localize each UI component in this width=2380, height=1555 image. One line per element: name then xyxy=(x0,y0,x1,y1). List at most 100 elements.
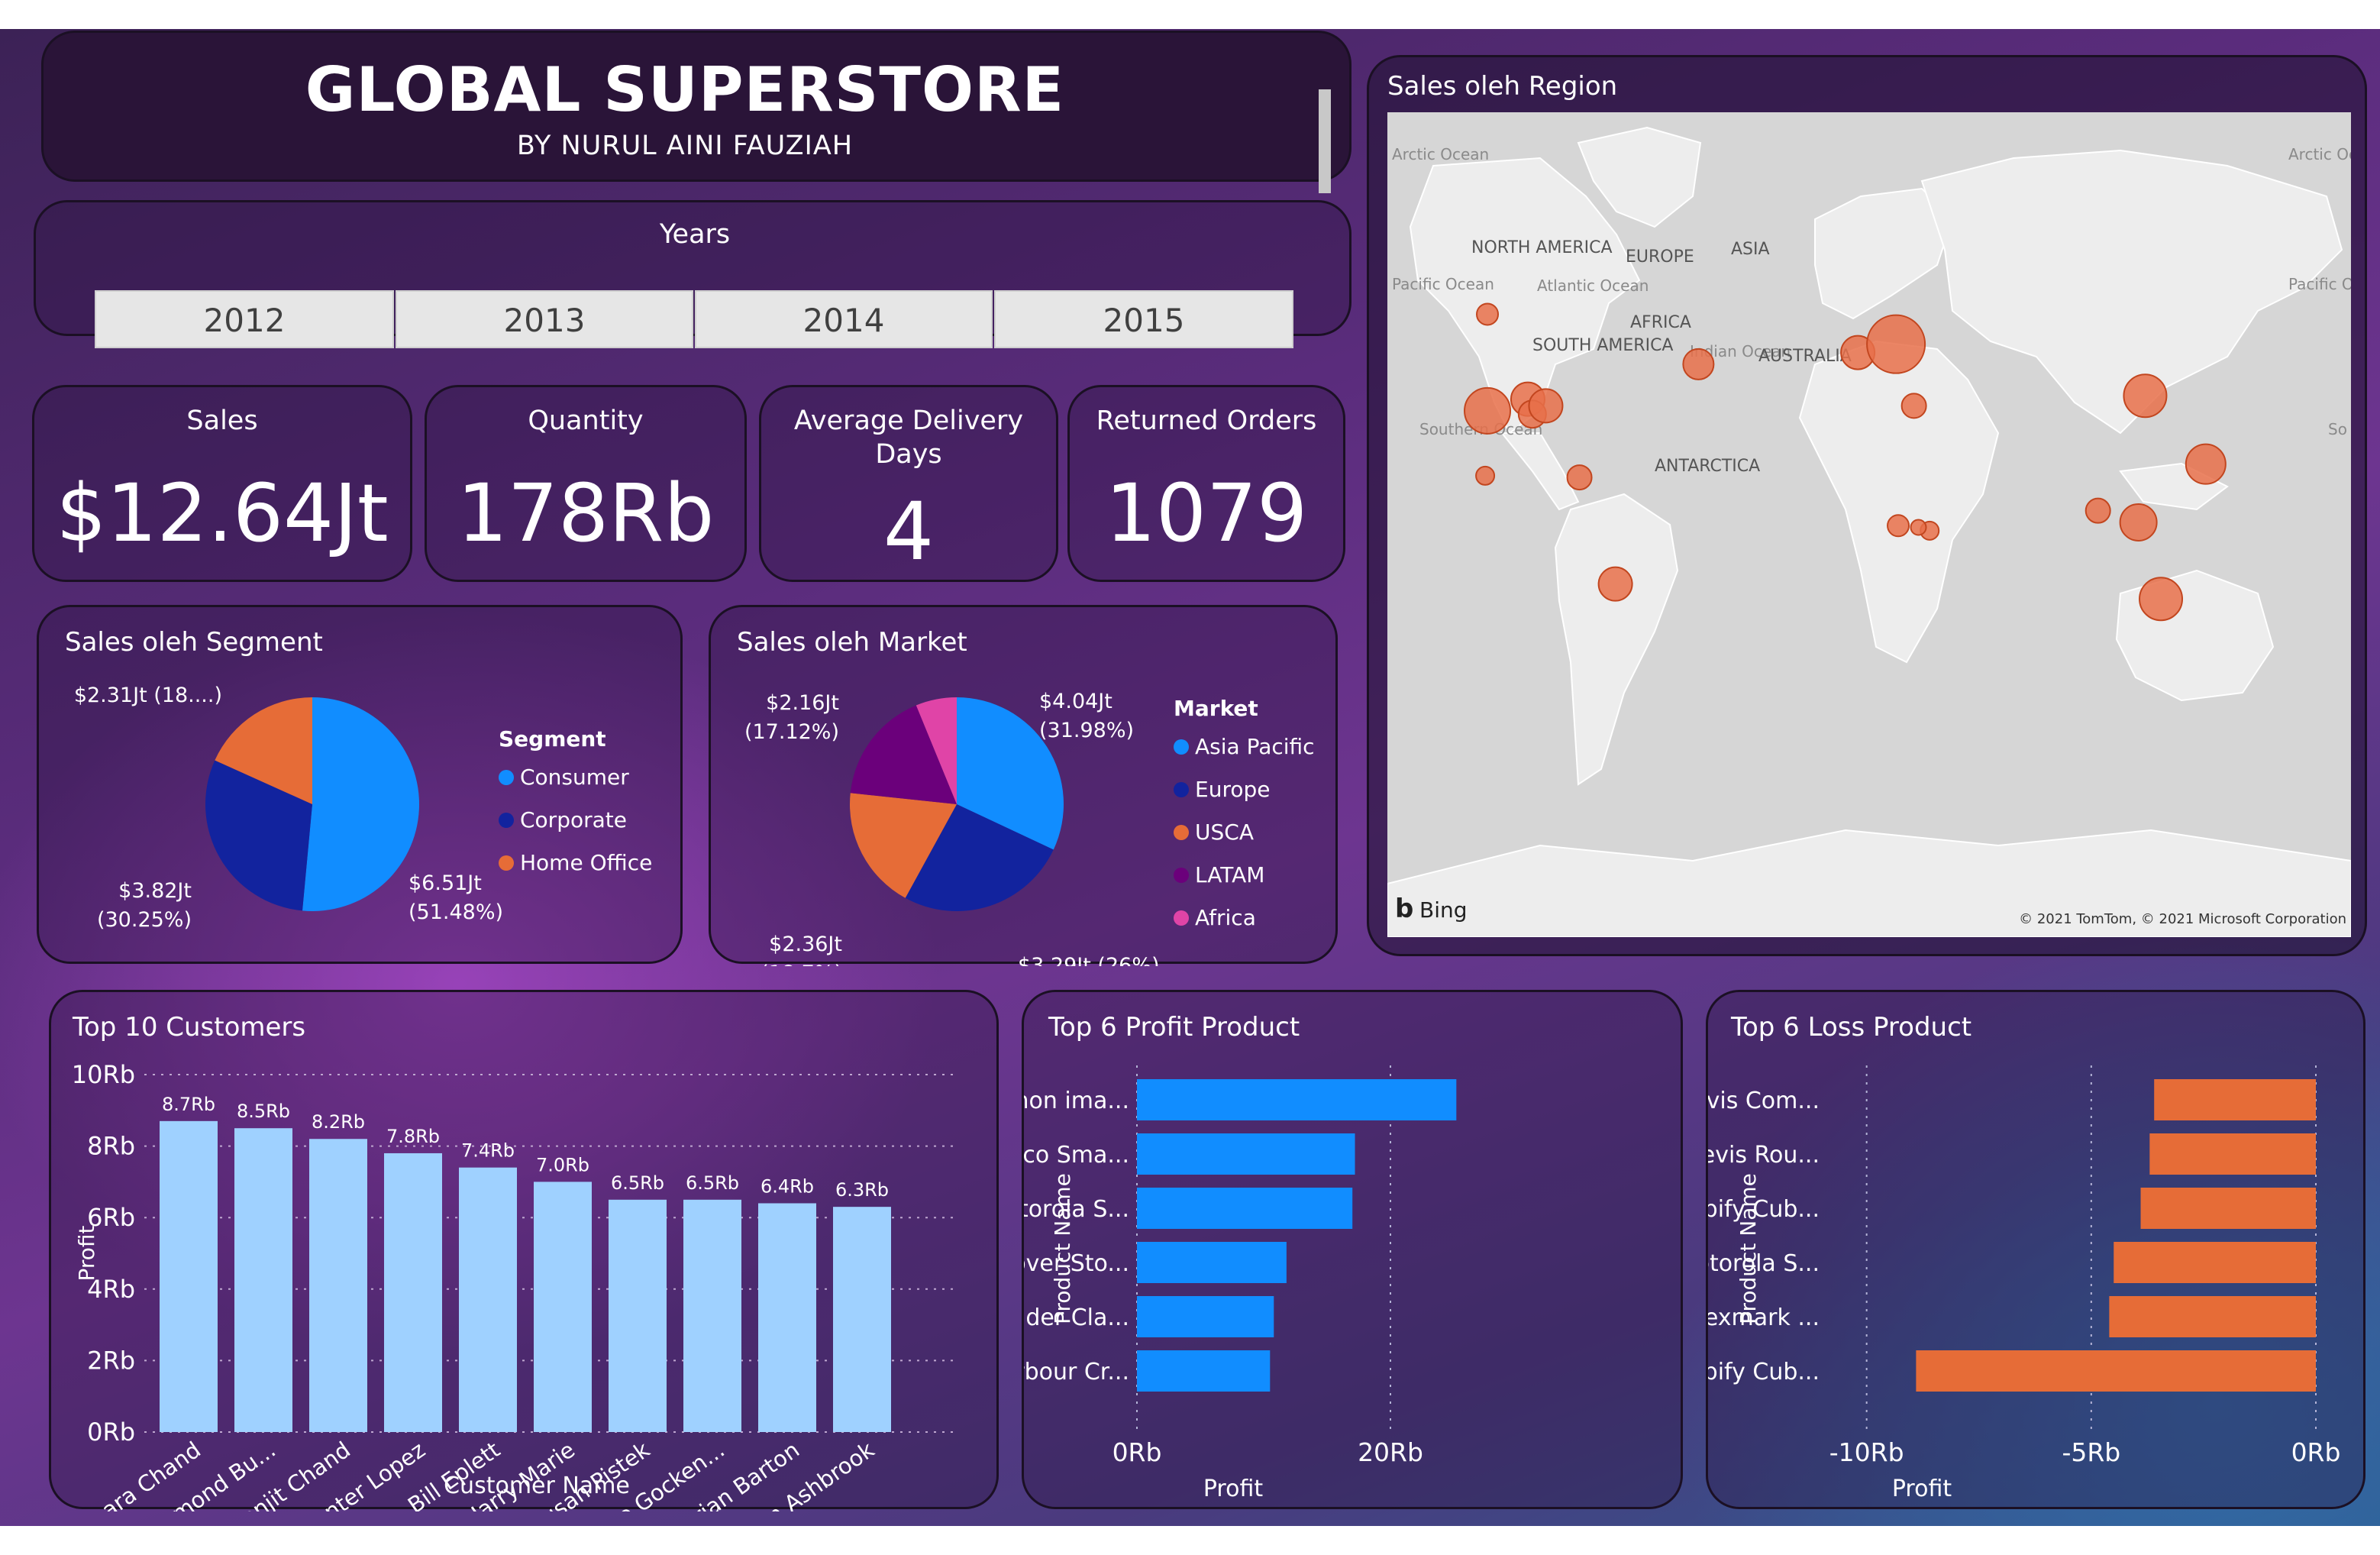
map-bubble[interactable] xyxy=(2085,497,2111,524)
y-axis-title: Product Name xyxy=(1736,1173,1761,1324)
map-bubble[interactable] xyxy=(1866,314,1926,374)
bar-data-label: 6.3Rb xyxy=(835,1179,889,1201)
x-tick-label: -5Rb xyxy=(2062,1437,2120,1467)
bar-data-label: 8.7Rb xyxy=(162,1094,215,1115)
bar-4[interactable] xyxy=(1137,1296,1274,1337)
map-bubble[interactable] xyxy=(1682,348,1715,380)
bar-5[interactable] xyxy=(1916,1350,2316,1392)
bar-5[interactable] xyxy=(534,1182,592,1432)
bar-data-label: 6.5Rb xyxy=(611,1172,664,1194)
bar-data-label: 7.8Rb xyxy=(386,1126,440,1147)
top-loss-product-card: Top 6 Loss Product -10Rb-5Rb0RbBevis Com… xyxy=(1706,990,2365,1509)
map-label-arctic-left: Arctic Ocean xyxy=(1392,145,1489,163)
top-loss-product-chart[interactable]: -10Rb -5Rb 0Rb Bevis Com... Bevis Rou... Cubi… xyxy=(1708,992,2368,1511)
legend-item-corporate[interactable]: Corporate xyxy=(520,807,627,832)
bing-icon: b xyxy=(1395,894,1413,924)
top-profit-product-card: Top 6 Profit Product 0Rb20RbCanon ima...… xyxy=(1022,990,1683,1509)
pie-data-label: $6.51Jt xyxy=(409,871,482,895)
map-bubble[interactable] xyxy=(2119,503,2158,542)
bar-6[interactable] xyxy=(609,1199,667,1432)
bar-4[interactable] xyxy=(2109,1296,2316,1337)
market-pie-chart[interactable]: $4.04Jt (31.98%) $3.29Jt (26%) $2.36Jt (18.7… xyxy=(711,607,1340,966)
pie-data-label: $2.31Jt (18....) xyxy=(74,684,222,707)
bar-8[interactable] xyxy=(758,1203,816,1432)
map-label-so-partial: So xyxy=(2328,420,2347,438)
legend-item-africa[interactable]: Africa xyxy=(1195,905,1256,930)
pie-slice-consumer[interactable] xyxy=(302,697,420,911)
x-tick-label: 0Rb xyxy=(2291,1437,2341,1467)
kpi-card-quantity: Quantity 178Rb xyxy=(425,385,747,582)
legend-item-consumer[interactable]: Consumer xyxy=(520,765,629,790)
legend-marker xyxy=(499,855,514,871)
legend-title: Market xyxy=(1174,696,1258,721)
map-label-pacific-right: Pacific Ocean xyxy=(2288,275,2351,293)
legend-item-europe[interactable]: Europe xyxy=(1195,777,1270,802)
bar-1[interactable] xyxy=(1137,1133,1355,1175)
header-scrollbar[interactable] xyxy=(1319,89,1331,193)
pie-data-label-pct: (18.7%) xyxy=(761,962,842,966)
map-bubble[interactable] xyxy=(2185,443,2227,485)
legend-item-latam[interactable]: LATAM xyxy=(1195,862,1264,887)
map-label-australia: AUSTRALIA xyxy=(1758,347,1852,366)
x-axis-title: Customer Name xyxy=(444,1473,630,1499)
legend-item-home-office[interactable]: Home Office xyxy=(520,850,652,875)
bar-2[interactable] xyxy=(1137,1188,1353,1229)
map-bubble[interactable] xyxy=(1597,566,1633,602)
map-bubble[interactable] xyxy=(1910,519,1927,536)
bar-9[interactable] xyxy=(833,1207,891,1432)
bar-5[interactable] xyxy=(1137,1350,1271,1392)
bar-3[interactable] xyxy=(1137,1242,1287,1283)
x-axis-title: Profit xyxy=(1203,1476,1263,1502)
bar-3[interactable] xyxy=(384,1153,442,1432)
legend-item-usca[interactable]: USCA xyxy=(1195,820,1254,845)
bar-2[interactable] xyxy=(2140,1188,2316,1229)
y-tick-label: Hoover Sto... xyxy=(1024,1250,1129,1277)
legend-marker xyxy=(1174,825,1189,840)
map-label-atlantic: Atlantic Ocean xyxy=(1537,276,1649,295)
legend-marker xyxy=(499,770,514,785)
bar-0[interactable] xyxy=(2154,1079,2316,1120)
bar-3[interactable] xyxy=(2114,1242,2316,1283)
bar-0[interactable] xyxy=(1137,1079,1457,1120)
map-label-asia: ASIA xyxy=(1731,240,1770,259)
legend-marker xyxy=(1174,739,1189,755)
pie-data-label: $2.16Jt xyxy=(766,691,839,715)
y-tick-label: Lexmark ... xyxy=(1708,1304,1820,1331)
map-title: Sales oleh Region xyxy=(1387,71,1618,102)
y-tick-label: Cubify Cub... xyxy=(1708,1196,1820,1223)
map-bubble[interactable] xyxy=(1528,388,1564,424)
bar-1[interactable] xyxy=(234,1128,292,1432)
bar-7[interactable] xyxy=(683,1199,741,1432)
segment-pie-chart[interactable]: $6.51Jt (51.48%) $3.82Jt (30.25%) $2.31Jt (1… xyxy=(39,607,685,966)
y-tick-label: 8Rb xyxy=(87,1132,135,1161)
legend-item-asia-pacific[interactable]: Asia Pacific xyxy=(1195,734,1315,759)
pie-data-label: $3.82Jt xyxy=(118,879,192,903)
y-axis-title: Profit xyxy=(74,1225,99,1281)
year-button-2014[interactable]: 2014 xyxy=(695,290,993,348)
map-label-south-america: SOUTH AMERICA xyxy=(1532,336,1673,355)
year-button-2013[interactable]: 2013 xyxy=(396,290,693,348)
year-button-2012[interactable]: 2012 xyxy=(95,290,394,348)
world-map[interactable]: Arctic Ocean Arctic Ocean Pacific Ocean … xyxy=(1387,112,2351,937)
year-button-2015[interactable]: 2015 xyxy=(994,290,1293,348)
bar-2[interactable] xyxy=(309,1139,367,1432)
page-subtitle: BY NURUL AINI FAUZIAH xyxy=(516,131,854,161)
top-profit-product-chart[interactable]: 0Rb 20Rb Canon ima... Cisco Sma... Motorola … xyxy=(1024,992,1685,1511)
map-bubble[interactable] xyxy=(1464,386,1512,435)
map-label-north-america: NORTH AMERICA xyxy=(1471,238,1613,257)
map-bubble[interactable] xyxy=(1566,464,1593,491)
map-bubble[interactable] xyxy=(1900,393,1927,419)
map-bubble[interactable] xyxy=(1887,514,1910,538)
top-customers-chart[interactable]: 0Rb2Rb4Rb6Rb8Rb10Rb8.7RbTamara Chand8.5R… xyxy=(51,992,1001,1511)
bar-0[interactable] xyxy=(160,1120,218,1432)
map-bubble[interactable] xyxy=(2139,577,2184,622)
y-tick-label: Motorola S... xyxy=(1708,1250,1820,1277)
pie-data-label-pct: (31.98%) xyxy=(1039,719,1134,742)
map-bubble[interactable] xyxy=(1476,302,1500,326)
map-bubble[interactable] xyxy=(2123,373,2168,419)
map-label-pacific-left: Pacific Ocean xyxy=(1392,275,1494,293)
bar-4[interactable] xyxy=(459,1167,517,1432)
map-bubble[interactable] xyxy=(1475,465,1496,486)
pie-data-label-pct: (17.12%) xyxy=(744,720,839,744)
bar-1[interactable] xyxy=(2149,1133,2316,1175)
